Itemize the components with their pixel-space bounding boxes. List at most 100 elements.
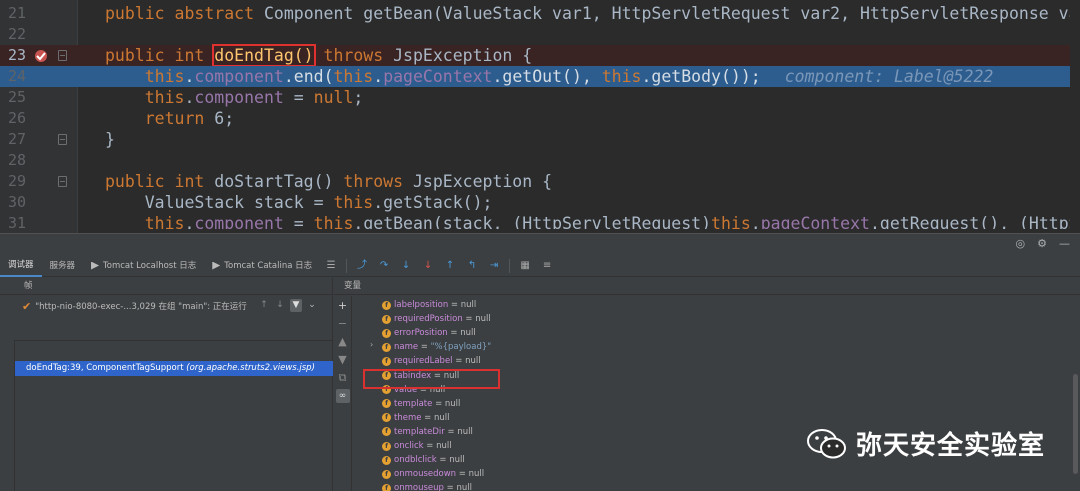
wechat-logo-icon	[807, 428, 846, 458]
code-line[interactable]: 23 public int doEndTag() throws JspExcept…	[0, 44, 1080, 67]
code-text: public int doStartTag() throws JspExcept…	[105, 171, 552, 192]
step-into-icon[interactable]: ↓	[399, 259, 413, 273]
code-line[interactable]: 25 this.component = null;	[0, 87, 1080, 108]
variable-name: requiredLabel	[394, 356, 453, 367]
variable-row[interactable]: f requiredPosition = null	[382, 312, 491, 326]
equals-sign: =	[436, 455, 450, 466]
code-token: 6;	[214, 109, 235, 128]
editor-vertical-scrollbar[interactable]	[1070, 0, 1080, 233]
fold-icon[interactable]	[58, 134, 67, 145]
code-line[interactable]: 24 this.component.end(this.pageContext.g…	[0, 66, 1080, 87]
variable-row[interactable]: f template = null	[382, 397, 460, 411]
step-out-icon[interactable]: ↑	[443, 259, 457, 273]
code-line[interactable]: 29 public int doStartTag() throws JspExce…	[0, 171, 1080, 192]
equals-sign: =	[444, 426, 458, 437]
code-text: ValueStack stack = this.getStack();	[105, 192, 493, 213]
remove-watch-icon[interactable]: −	[336, 317, 350, 331]
move-down-icon[interactable]: ▼	[336, 353, 350, 367]
add-watch-icon[interactable]: +	[336, 299, 350, 313]
variable-row[interactable]: f ondblclick = null	[382, 453, 465, 467]
variable-row[interactable]: › f name = "%{payload}"	[370, 340, 491, 354]
code-line[interactable]: 22	[0, 24, 1080, 45]
code-token: .	[184, 67, 195, 86]
code-text: this.component = null;	[105, 87, 364, 108]
arrow-up-icon[interactable]: ↑	[258, 299, 270, 312]
variable-value: null	[449, 455, 465, 466]
minimize-icon[interactable]: —	[1059, 237, 1070, 250]
code-token: .	[373, 67, 384, 86]
tomcat-icon	[91, 261, 100, 270]
arrow-down-icon[interactable]: ↓	[274, 299, 286, 312]
thread-selector[interactable]: ✔ "http-nio-8080-exec-...3,029 在组 "main"…	[0, 296, 332, 316]
field-icon: f	[382, 328, 391, 338]
variable-name: theme	[394, 412, 422, 423]
code-line[interactable]: 30 ValueStack stack = this.getStack();	[0, 192, 1080, 213]
variable-value: null	[436, 441, 452, 451]
variable-row[interactable]: f onmouseup = null	[382, 481, 472, 491]
code-line[interactable]: 27}	[0, 129, 1080, 150]
variable-row[interactable]: f onclick = null	[382, 439, 452, 453]
code-line[interactable]: 26 return 6;	[0, 108, 1080, 129]
tab-server[interactable]: 服务器	[42, 255, 84, 277]
frame-method: doEndTag:39, ComponentTagSupport	[26, 363, 184, 373]
variable-name: requiredPosition	[394, 314, 463, 325]
tab-tomcat-catalina-log[interactable]: Tomcat Catalina 日志	[204, 255, 320, 277]
variable-row[interactable]: f errorPosition = null	[382, 326, 476, 340]
code-editor[interactable]: 21 public abstract Component getBean(Valu…	[0, 0, 1080, 233]
step-over-icon[interactable]: ↷	[377, 259, 391, 273]
code-token: doStartTag()	[214, 172, 344, 191]
show-execution-point-icon[interactable]: ⤴	[355, 259, 369, 273]
target-icon[interactable]: ◎	[1016, 237, 1026, 250]
field-icon: f	[382, 399, 391, 409]
code-text: }	[105, 129, 115, 150]
variable-row[interactable]: f theme = null	[382, 411, 450, 425]
chevron-down-icon[interactable]: ⌄	[306, 299, 318, 312]
filter-icon[interactable]: ▼	[290, 299, 302, 312]
show-watches-icon[interactable]: ∞	[335, 389, 350, 403]
fold-icon[interactable]	[58, 50, 67, 61]
toolbar-separator	[509, 258, 511, 273]
code-token: component	[194, 67, 284, 86]
force-step-into-icon[interactable]: ↓	[421, 259, 435, 273]
line-number: 21	[7, 4, 26, 22]
field-icon: f	[382, 427, 391, 437]
gear-icon[interactable]: ⚙	[1037, 237, 1047, 250]
code-token: this	[333, 67, 374, 86]
line-number: 30	[7, 193, 26, 211]
inline-debug-value: component: Label@5222	[784, 67, 994, 86]
menu-icon[interactable]: ☰	[324, 259, 338, 273]
field-icon: f	[382, 441, 391, 451]
highlighted-method-name: doEndTag()	[212, 44, 316, 67]
equals-sign: =	[423, 441, 437, 451]
variables-scrollbar[interactable]	[1073, 374, 1078, 474]
tab-debugger[interactable]: 调试器	[0, 255, 42, 277]
stack-frame-row[interactable]: doEndTag:39, ComponentTagSupport (org.ap…	[15, 361, 333, 376]
code-token: this	[105, 67, 185, 86]
expand-arrow-icon[interactable]: ›	[370, 340, 373, 349]
variable-row[interactable]: f onmousedown = null	[382, 467, 484, 481]
line-number: 22	[7, 25, 26, 43]
code-line[interactable]: 21 public abstract Component getBean(Valu…	[0, 3, 1080, 24]
fold-icon[interactable]	[58, 176, 67, 187]
code-text: return 6;	[105, 108, 234, 129]
run-to-cursor-icon[interactable]: ⇥	[487, 259, 501, 273]
checkmark-icon: ✔	[22, 299, 32, 313]
frames-pane: 帧 ✔ "http-nio-8080-exec-...3,029 在组 "mai…	[0, 278, 333, 491]
copy-icon[interactable]: ⧉	[336, 371, 350, 385]
code-token: =	[283, 88, 314, 107]
variable-row[interactable]: f labelposition = null	[382, 298, 476, 312]
variable-row[interactable]: f templateDir = null	[382, 425, 473, 439]
layout-icon[interactable]: ≡	[540, 259, 554, 273]
code-line[interactable]: 28	[0, 150, 1080, 171]
code-text: this.component.end(this.pageContext.getO…	[105, 66, 994, 87]
field-icon: f	[382, 356, 391, 366]
breakpoint-icon[interactable]	[33, 48, 49, 64]
code-token: ;	[353, 88, 364, 107]
tab-tomcat-localhost-log[interactable]: Tomcat Localhost 日志	[83, 255, 204, 277]
frames-header: 帧	[0, 278, 332, 295]
evaluate-expression-icon[interactable]: ▦	[518, 259, 532, 273]
variable-row[interactable]: f requiredLabel = null	[382, 354, 481, 368]
variable-value: null	[465, 356, 481, 367]
drop-frame-icon[interactable]: ↰	[465, 259, 479, 273]
move-up-icon[interactable]: ▲	[336, 335, 350, 349]
